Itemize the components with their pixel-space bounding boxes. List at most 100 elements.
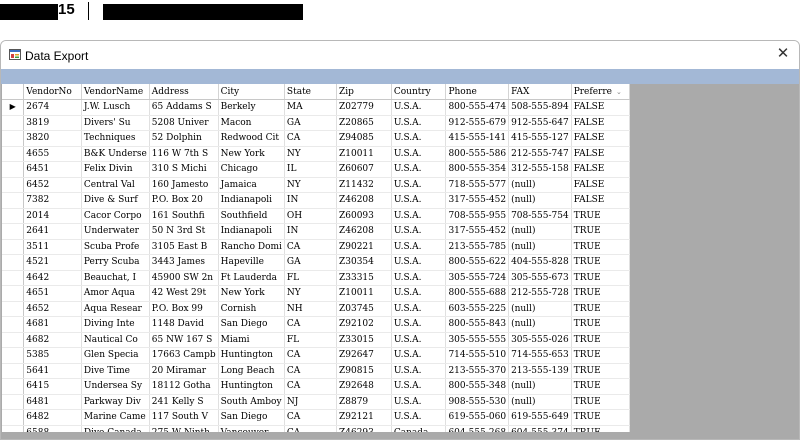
- cell-country[interactable]: Canada: [391, 425, 447, 432]
- cell-phone[interactable]: 800-555-586: [445, 146, 510, 162]
- cell-vendorname[interactable]: Undersea Sy: [81, 378, 150, 395]
- cell-city[interactable]: Hapeville: [218, 254, 285, 271]
- cell-fax[interactable]: 305-555-673: [508, 270, 572, 286]
- row-header[interactable]: [2, 394, 25, 410]
- cell-vendorname[interactable]: Nautical Co: [81, 332, 150, 348]
- row-header[interactable]: [2, 316, 25, 333]
- cell-country[interactable]: U.S.A.: [391, 161, 447, 178]
- cell-vendorname[interactable]: Dive & Surf: [81, 192, 150, 209]
- cell-state[interactable]: IN: [284, 192, 338, 209]
- cell-state[interactable]: CA: [284, 363, 338, 379]
- cell-state[interactable]: CA: [284, 378, 338, 395]
- cell-preferre[interactable]: TRUE: [571, 270, 630, 286]
- cell-address[interactable]: 3105 East B: [149, 239, 219, 255]
- row-header[interactable]: [2, 177, 25, 193]
- cell-vendorname[interactable]: Amor Aqua: [81, 285, 150, 302]
- cell-phone[interactable]: 908-555-530: [445, 394, 510, 410]
- cell-country[interactable]: U.S.A.: [391, 285, 447, 302]
- table-row[interactable]: 4655 B&K Underse 116 W 7th S New York NY Z100…: [2, 146, 630, 162]
- cell-city[interactable]: Redwood Cit: [218, 130, 285, 147]
- cell-country[interactable]: U.S.A.: [391, 239, 447, 255]
- cell-vendorno[interactable]: 3820: [23, 130, 82, 147]
- cell-city[interactable]: Cornish: [218, 301, 285, 317]
- cell-fax[interactable]: 312-555-158: [508, 161, 572, 178]
- cell-zip[interactable]: Z92102: [336, 316, 392, 333]
- cell-phone[interactable]: 800-555-348: [445, 378, 510, 395]
- cell-preferre[interactable]: TRUE: [571, 254, 630, 271]
- cell-phone[interactable]: 800-555-688: [445, 285, 510, 302]
- row-header[interactable]: [2, 285, 25, 302]
- table-row[interactable]: 2641 Underwater 50 N 3rd St Indianapoli IN Z4…: [2, 223, 630, 240]
- column-header-city[interactable]: City: [218, 84, 285, 100]
- cell-zip[interactable]: Z33315: [336, 270, 392, 286]
- cell-city[interactable]: Southfield: [218, 208, 285, 224]
- cell-phone[interactable]: 213-555-370: [445, 363, 510, 379]
- cell-fax[interactable]: (null): [508, 378, 572, 395]
- cell-state[interactable]: FL: [284, 270, 338, 286]
- cell-city[interactable]: Indianapoli: [218, 192, 285, 209]
- cell-vendorname[interactable]: Underwater: [81, 223, 150, 240]
- cell-vendorname[interactable]: Aqua Resear: [81, 301, 150, 317]
- cell-city[interactable]: New York: [218, 285, 285, 302]
- cell-fax[interactable]: (null): [508, 394, 572, 410]
- cell-phone[interactable]: 604-555-268: [445, 425, 510, 432]
- cell-city[interactable]: San Diego: [218, 409, 285, 426]
- cell-country[interactable]: U.S.A.: [391, 378, 447, 395]
- cell-state[interactable]: OH: [284, 208, 338, 224]
- cell-vendorno[interactable]: 5641: [23, 363, 82, 379]
- cell-preferre[interactable]: FALSE: [571, 115, 630, 131]
- cell-city[interactable]: Rancho Domi: [218, 239, 285, 255]
- cell-fax[interactable]: 604-555-374: [508, 425, 572, 432]
- table-row[interactable]: 7382 Dive & Surf P.O. Box 20 Indianapoli IN Z…: [2, 192, 630, 209]
- cell-state[interactable]: GA: [284, 254, 338, 271]
- column-header-country[interactable]: Country: [391, 84, 447, 100]
- cell-preferre[interactable]: TRUE: [571, 363, 630, 379]
- cell-phone[interactable]: 714-555-510: [445, 347, 510, 364]
- cell-address[interactable]: 45900 SW 2n: [149, 270, 219, 286]
- table-row[interactable]: 4681 Diving Inte 1148 David San Diego CA Z921…: [2, 316, 630, 333]
- cell-fax[interactable]: 212-555-728: [508, 285, 572, 302]
- cell-city[interactable]: New York: [218, 146, 285, 162]
- cell-city[interactable]: Indianapoli: [218, 223, 285, 240]
- cell-vendorname[interactable]: J.W. Lusch: [81, 99, 150, 116]
- cell-state[interactable]: FL: [284, 332, 338, 348]
- cell-zip[interactable]: Z46208: [336, 192, 392, 209]
- cell-address[interactable]: 1148 David: [149, 316, 219, 333]
- row-header[interactable]: [2, 223, 25, 240]
- cell-city[interactable]: Vancouver: [218, 425, 285, 432]
- data-grid[interactable]: VendorNo VendorName Address City State Zip Cou…: [2, 84, 630, 432]
- cell-phone[interactable]: 317-555-452: [445, 192, 510, 209]
- cell-city[interactable]: Huntington: [218, 347, 285, 364]
- cell-phone[interactable]: 305-555-724: [445, 270, 510, 286]
- table-row[interactable]: 6451 Felix Divin 310 S Michi Chicago IL Z6060…: [2, 161, 630, 178]
- cell-vendorname[interactable]: Perry Scuba: [81, 254, 150, 271]
- cell-preferre[interactable]: FALSE: [571, 192, 630, 209]
- cell-country[interactable]: U.S.A.: [391, 363, 447, 379]
- row-header[interactable]: [2, 270, 25, 286]
- table-row[interactable]: 5385 Glen Specia 17663 Campb Huntington CA Z9…: [2, 347, 630, 364]
- cell-fax[interactable]: (null): [508, 177, 572, 193]
- cell-country[interactable]: U.S.A.: [391, 332, 447, 348]
- cell-vendorno[interactable]: 3819: [23, 115, 82, 131]
- cell-phone[interactable]: 800-555-843: [445, 316, 510, 333]
- cell-country[interactable]: U.S.A.: [391, 347, 447, 364]
- cell-country[interactable]: U.S.A.: [391, 223, 447, 240]
- cell-zip[interactable]: Z10011: [336, 146, 392, 162]
- cell-state[interactable]: GA: [284, 115, 338, 131]
- cell-preferre[interactable]: TRUE: [571, 394, 630, 410]
- cell-vendorno[interactable]: 3511: [23, 239, 82, 255]
- cell-state[interactable]: NH: [284, 301, 338, 317]
- table-row[interactable]: 6481 Parkway Div 241 Kelly S South Amboy NJ Z…: [2, 394, 630, 410]
- cell-country[interactable]: U.S.A.: [391, 316, 447, 333]
- row-header[interactable]: [2, 301, 25, 317]
- cell-state[interactable]: NY: [284, 146, 338, 162]
- column-header-phone[interactable]: Phone: [445, 84, 510, 100]
- cell-preferre[interactable]: TRUE: [571, 223, 630, 240]
- cell-city[interactable]: Berkely: [218, 99, 285, 116]
- cell-vendorno[interactable]: 6588: [23, 425, 82, 432]
- table-row[interactable]: 3820 Techniques 52 Dolphin Redwood Cit CA Z94…: [2, 130, 630, 147]
- cell-preferre[interactable]: TRUE: [571, 285, 630, 302]
- cell-address[interactable]: 17663 Campb: [149, 347, 219, 364]
- cell-city[interactable]: Long Beach: [218, 363, 285, 379]
- cell-vendorname[interactable]: Beauchat, I: [81, 270, 150, 286]
